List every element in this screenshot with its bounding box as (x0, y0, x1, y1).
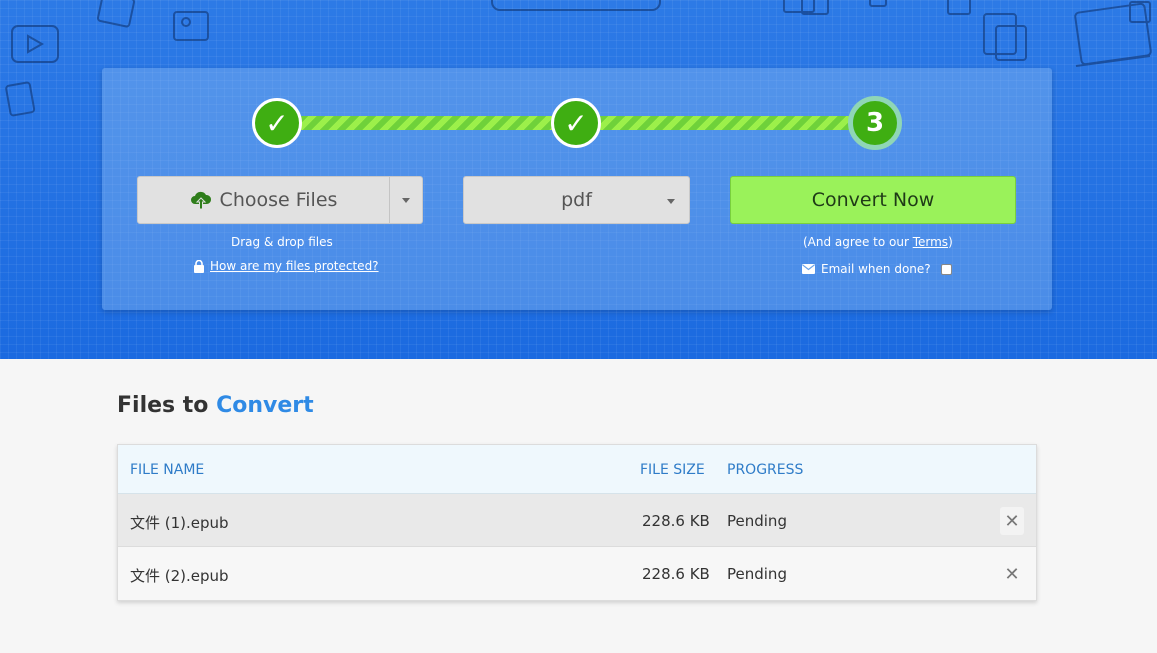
files-table: FILE NAME FILE SIZE PROGRESS 文件 (1).epub… (117, 444, 1037, 601)
close-icon: ✕ (1004, 563, 1020, 585)
terms-prefix: (And agree to our (803, 235, 913, 249)
column-header-progress: PROGRESS (727, 462, 804, 478)
email-when-done-row: Email when done? (802, 262, 952, 276)
envelope-icon (802, 264, 815, 274)
format-selected-value: pdf (561, 189, 592, 211)
files-table-header: FILE NAME FILE SIZE PROGRESS (118, 445, 1036, 494)
files-section-title: Files to Convert (117, 393, 314, 418)
column-header-file-name: FILE NAME (130, 462, 205, 478)
step-1-check-icon: ✓ (265, 106, 289, 140)
convert-now-button[interactable]: Convert Now (730, 176, 1016, 224)
step-1-indicator: ✓ (252, 98, 302, 148)
chevron-down-icon (402, 197, 410, 203)
email-when-done-label: Email when done? (821, 262, 931, 276)
terms-agreement: (And agree to our Terms) (803, 235, 953, 249)
terms-link[interactable]: Terms (913, 235, 948, 249)
files-protected-row: How are my files protected? (193, 259, 379, 273)
choose-files-label: Choose Files (219, 189, 338, 211)
remove-file-button[interactable]: ✕ (1000, 507, 1024, 535)
email-when-done-checkbox[interactable] (940, 263, 952, 275)
lock-icon (194, 259, 204, 273)
format-select[interactable]: pdf (463, 176, 690, 224)
file-name-cell: 文件 (2).epub (130, 567, 229, 585)
progress-track-1 (300, 116, 554, 130)
terms-suffix: ) (948, 235, 953, 249)
progress-track-2 (600, 116, 854, 130)
files-title-accent: Convert (216, 393, 314, 418)
file-progress-cell: Pending (727, 512, 787, 530)
files-protected-link[interactable]: How are my files protected? (210, 259, 379, 273)
table-row: 文件 (2).epub 228.6 KB Pending ✕ (118, 547, 1036, 600)
chevron-down-icon (667, 199, 675, 204)
drag-drop-hint: Drag & drop files (231, 235, 333, 249)
remove-file-button[interactable]: ✕ (1000, 560, 1024, 588)
files-title-prefix: Files to (117, 393, 209, 418)
step-2-indicator: ✓ (551, 98, 601, 148)
step-3-number: 3 (865, 108, 885, 138)
choose-files-button[interactable]: Choose Files (138, 177, 389, 223)
convert-now-label: Convert Now (811, 189, 935, 211)
file-size-cell: 228.6 KB (642, 565, 710, 583)
file-progress-cell: Pending (727, 565, 787, 583)
step-2-check-icon: ✓ (564, 106, 588, 140)
file-size-cell: 228.6 KB (642, 512, 710, 530)
table-row: 文件 (1).epub 228.6 KB Pending ✕ (118, 494, 1036, 547)
cloud-upload-icon (190, 191, 211, 210)
column-header-file-size: FILE SIZE (640, 462, 705, 478)
close-icon: ✕ (1004, 510, 1020, 532)
file-name-cell: 文件 (1).epub (130, 514, 229, 532)
step-3-indicator: 3 (848, 96, 902, 150)
choose-files-dropdown-toggle[interactable] (389, 177, 422, 223)
choose-files-button-group: Choose Files (137, 176, 423, 224)
